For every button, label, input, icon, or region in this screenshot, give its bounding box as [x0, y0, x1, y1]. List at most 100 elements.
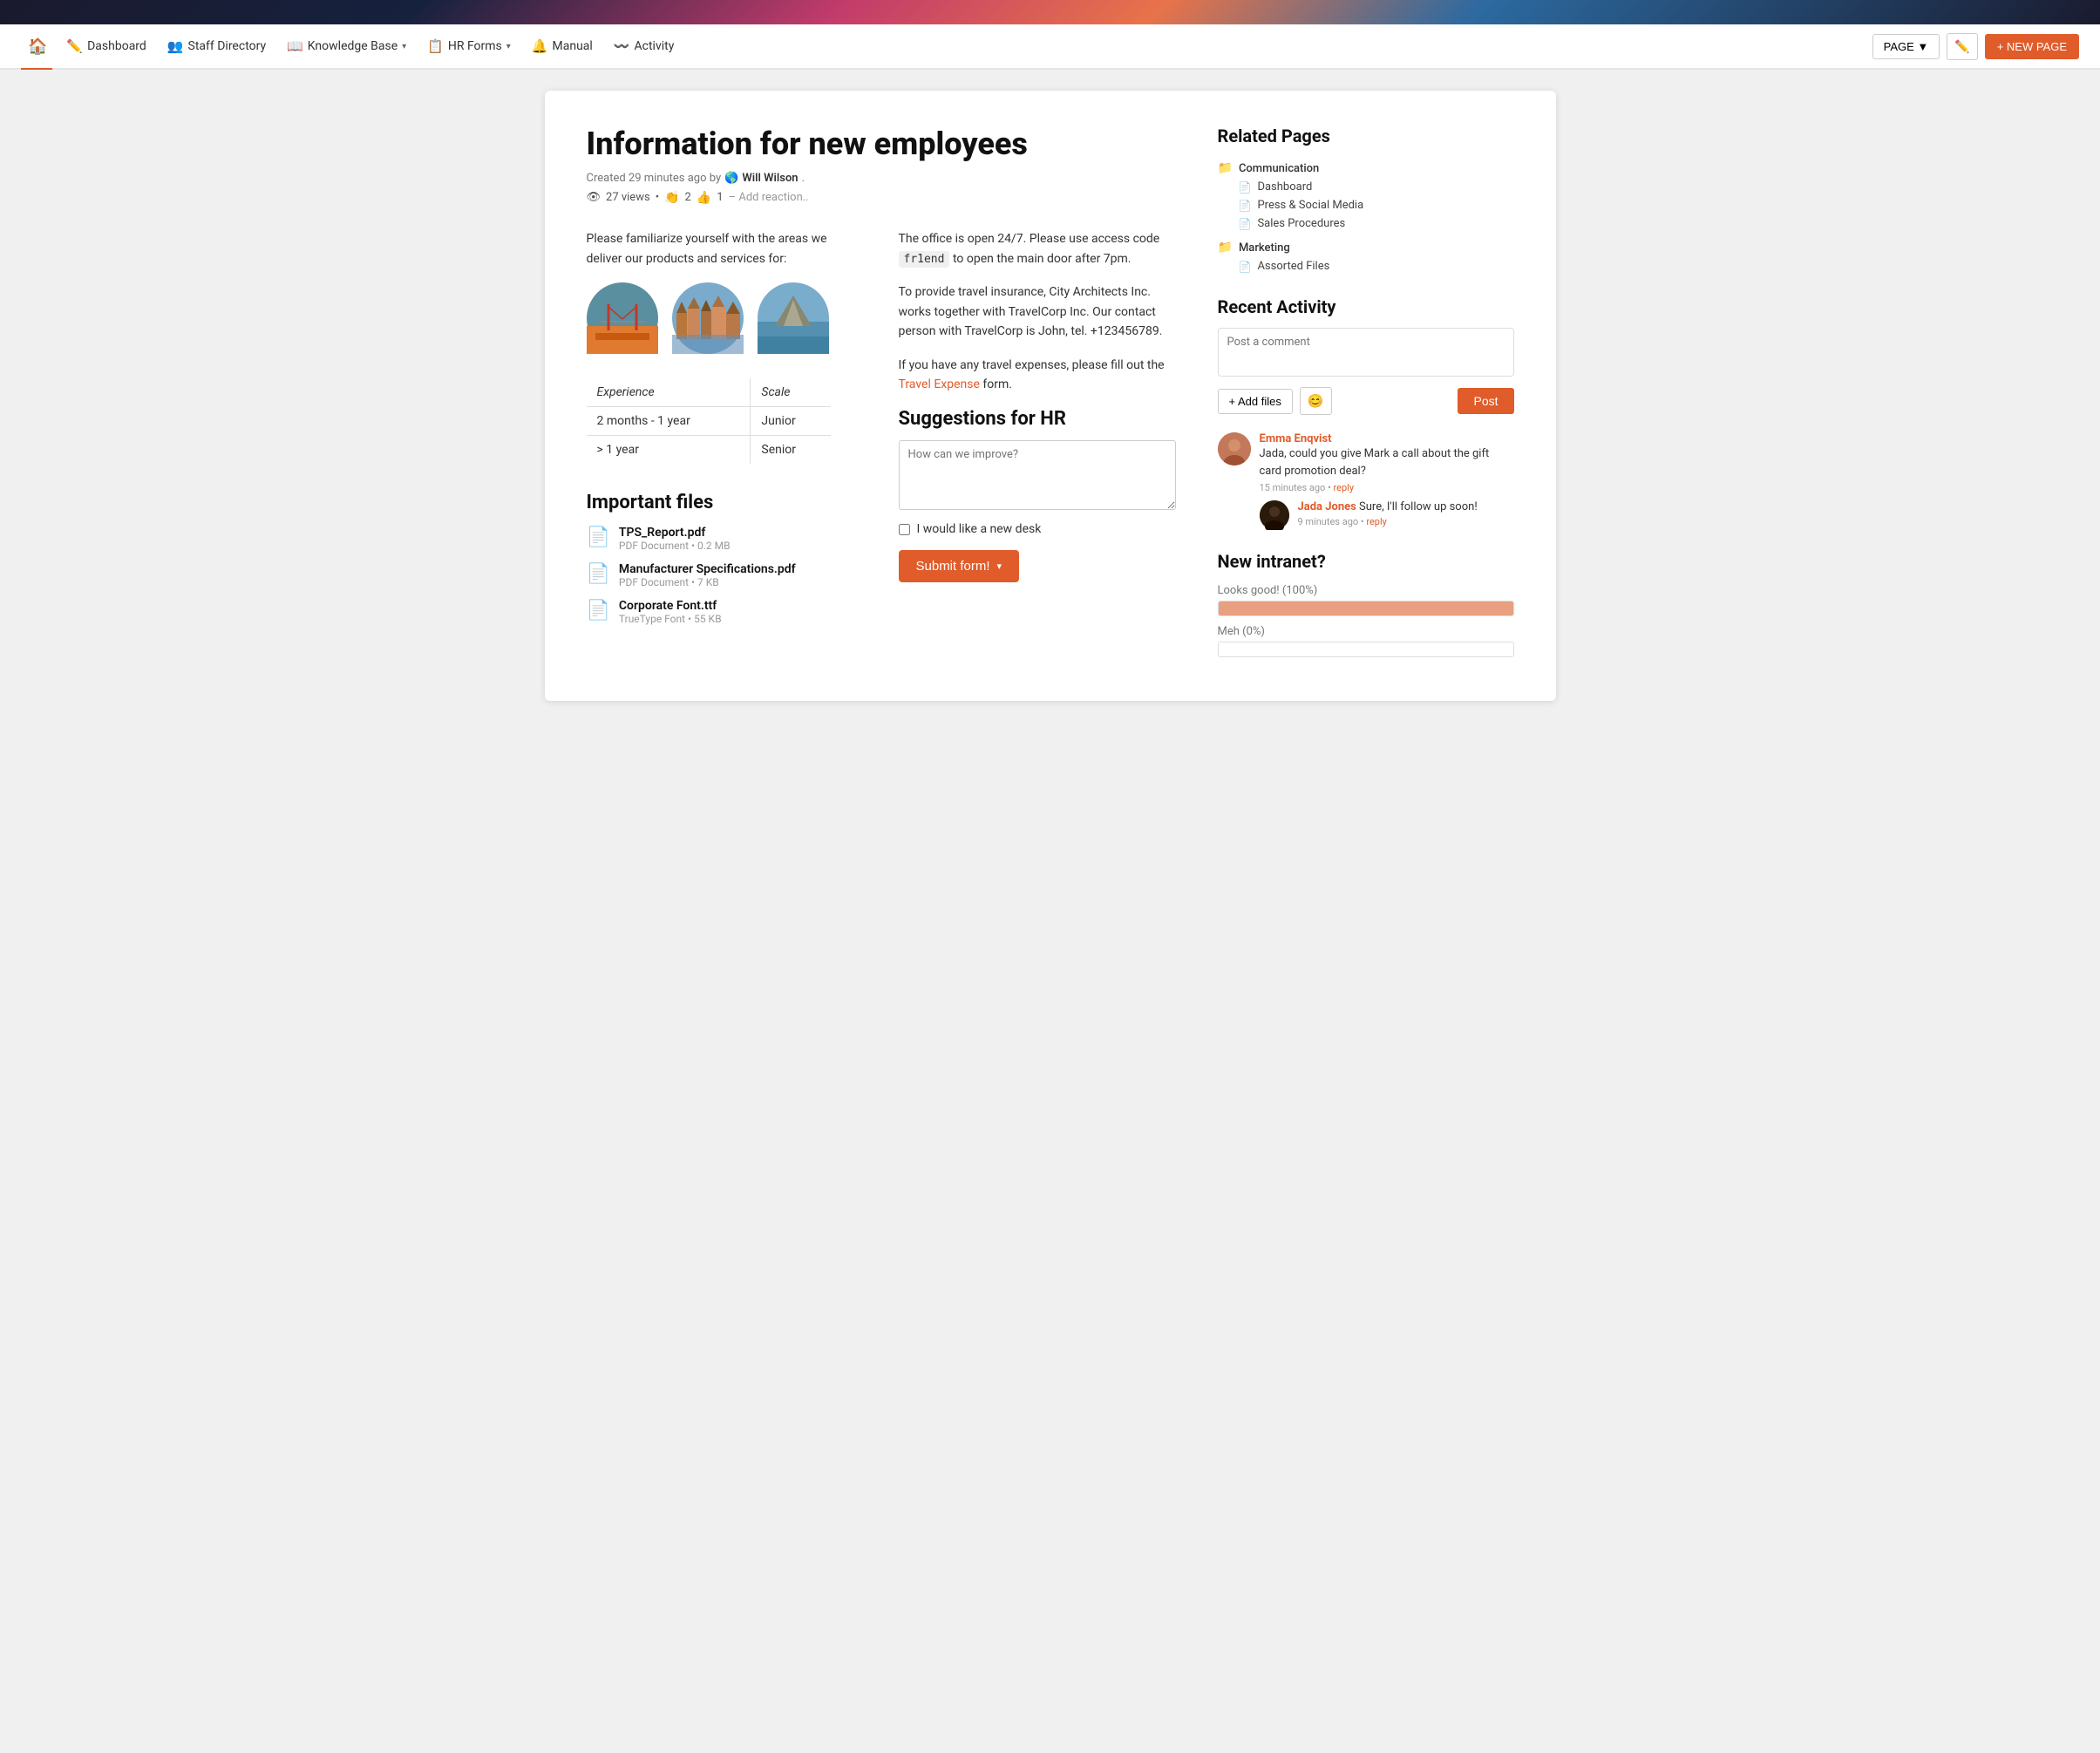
- content-card: Information for new employees Created 29…: [545, 91, 1556, 701]
- file-meta-1: PDF Document • 0.2 MB: [619, 540, 731, 552]
- edit-button[interactable]: ✏️: [1947, 33, 1977, 60]
- poll-bar-meh: [1218, 642, 1514, 657]
- image-2: [672, 282, 744, 354]
- file-icon-2: 📄: [587, 563, 610, 585]
- right-sidebar: Related Pages 📁 Communication 📄 Dashboar…: [1218, 126, 1514, 666]
- nav-manual[interactable]: 🔔 Manual: [523, 33, 601, 59]
- reply-text-jada: Jada Jones Sure, I'll follow up soon!: [1298, 500, 1478, 513]
- new-desk-label: I would like a new desk: [917, 522, 1042, 536]
- table-row: > 1 year Senior: [587, 435, 831, 464]
- comment-text-emma: Jada, could you give Mark a call about t…: [1260, 445, 1514, 479]
- related-page-assorted[interactable]: 📄 Assorted Files: [1218, 257, 1514, 275]
- reply-link-jada[interactable]: reply: [1366, 516, 1387, 527]
- thumbsup-reaction-button[interactable]: 👍: [697, 190, 711, 205]
- page-icon-dashboard: 📄: [1239, 181, 1252, 194]
- knowledge-base-dropdown-arrow: ▾: [402, 42, 406, 51]
- file-name-1: TPS_Report.pdf: [619, 526, 731, 540]
- reply-author-jada: Jada Jones: [1298, 500, 1356, 513]
- images-row: [587, 282, 864, 354]
- file-name-2: Manufacturer Specifications.pdf: [619, 562, 796, 576]
- left-col-text: Please familiarize yourself with the are…: [587, 229, 864, 268]
- poll-bar-looks-good: [1218, 601, 1514, 616]
- travel-expense-link[interactable]: Travel Expense: [899, 377, 980, 391]
- add-files-button[interactable]: + Add files: [1218, 389, 1293, 414]
- travel-expense-text: If you have any travel expenses, please …: [899, 356, 1176, 395]
- reactions-row: 👁 27 views • 👏 2 👍 1 – Add reaction..: [587, 190, 1176, 205]
- new-desk-checkbox-row: I would like a new desk: [899, 522, 1176, 536]
- nav-activity[interactable]: 〰️ Activity: [605, 33, 683, 59]
- nav-staff-directory[interactable]: 👥 Staff Directory: [159, 33, 275, 59]
- image-3: [758, 282, 829, 354]
- table-header-experience: Experience: [587, 378, 751, 407]
- file-item-1: 📄 TPS_Report.pdf PDF Document • 0.2 MB: [587, 526, 864, 552]
- add-reaction[interactable]: – Add reaction..: [729, 191, 809, 204]
- related-pages-section: Related Pages 📁 Communication 📄 Dashboar…: [1218, 126, 1514, 275]
- home-icon[interactable]: 🏠: [21, 34, 54, 59]
- submit-dropdown-arrow: ▾: [997, 561, 1002, 572]
- related-page-press[interactable]: 📄 Press & Social Media: [1218, 196, 1514, 214]
- poll-option-meh: Meh (0%): [1218, 625, 1514, 657]
- new-page-button[interactable]: + NEW PAGE: [1985, 34, 2079, 59]
- related-page-sales[interactable]: 📄 Sales Procedures: [1218, 214, 1514, 233]
- comment-emma: Emma Enqvist Jada, could you give Mark a…: [1218, 432, 1514, 530]
- page-button[interactable]: PAGE ▼: [1872, 34, 1940, 59]
- activity-title: Recent Activity: [1218, 296, 1514, 317]
- comment-actions: + Add files 😊 Post: [1218, 387, 1514, 415]
- related-pages-title: Related Pages: [1218, 126, 1514, 146]
- page-wrapper: Information for new employees Created 29…: [0, 70, 2100, 722]
- poll-section: New intranet? Looks good! (100%) Meh: [1218, 551, 1514, 657]
- reply-jada: Jada Jones Sure, I'll follow up soon! 9 …: [1260, 500, 1514, 530]
- image-1: [587, 282, 658, 354]
- post-button[interactable]: Post: [1458, 388, 1513, 414]
- related-page-dashboard[interactable]: 📄 Dashboard: [1218, 178, 1514, 196]
- page-icon-sales: 📄: [1239, 218, 1252, 230]
- file-icon-3: 📄: [587, 600, 610, 622]
- views-count: 27 views: [606, 191, 650, 204]
- access-code: fr1end: [899, 251, 950, 268]
- file-item-3: 📄 Corporate Font.ttf TrueType Font • 55 …: [587, 599, 864, 625]
- page-icon-assorted: 📄: [1239, 261, 1252, 273]
- file-icon-1: 📄: [587, 527, 610, 548]
- clap-reaction-button[interactable]: 👏: [664, 190, 679, 205]
- comment-time-emma: 15 minutes ago • reply: [1260, 482, 1514, 493]
- file-meta-2: PDF Document • 7 KB: [619, 576, 796, 588]
- submit-form-button[interactable]: Submit form! ▾: [899, 550, 1020, 582]
- comment-author-emma: Emma Enqvist: [1260, 432, 1514, 445]
- nav-knowledge-base[interactable]: 📖 Knowledge Base ▾: [278, 33, 415, 59]
- suggestions-input[interactable]: [899, 440, 1176, 510]
- emoji-button[interactable]: 😊: [1300, 387, 1332, 415]
- travel-insurance-text: To provide travel insurance, City Archit…: [899, 282, 1176, 341]
- table-cell-scale-2: Senior: [751, 435, 831, 464]
- text-columns: Please familiarize yourself with the are…: [587, 229, 1176, 635]
- table-cell-exp-2: > 1 year: [587, 435, 751, 464]
- poll-option-looks-good: Looks good! (100%): [1218, 584, 1514, 616]
- folder-icon-marketing: 📁: [1218, 241, 1233, 255]
- main-content: Information for new employees Created 29…: [587, 126, 1176, 656]
- folder-icon-communication: 📁: [1218, 161, 1233, 175]
- table-cell-scale-1: Junior: [751, 406, 831, 435]
- file-item-2: 📄 Manufacturer Specifications.pdf PDF Do…: [587, 562, 864, 588]
- avatar-jada: [1260, 500, 1289, 530]
- thumbsup-count: 1: [717, 191, 723, 204]
- table-row: 2 months - 1 year Junior: [587, 406, 831, 435]
- staff-icon: 👥: [167, 38, 184, 54]
- views-icon: 👁: [587, 191, 601, 204]
- hr-forms-icon: 📋: [427, 38, 444, 54]
- table-header-scale: Scale: [751, 378, 831, 407]
- nav-right: PAGE ▼ ✏️ + NEW PAGE: [1872, 33, 2079, 60]
- nav-dashboard[interactable]: ✏️ Dashboard: [58, 33, 154, 59]
- hr-forms-dropdown-arrow: ▾: [506, 42, 511, 51]
- folder-communication: 📁 Communication: [1218, 159, 1514, 178]
- office-hours-text: The office is open 24/7. Please use acce…: [899, 229, 1176, 268]
- new-desk-checkbox[interactable]: [899, 524, 910, 535]
- clap-count: 2: [685, 191, 691, 204]
- left-text-column: Please familiarize yourself with the are…: [587, 229, 864, 635]
- knowledge-icon: 📖: [287, 38, 303, 54]
- recent-activity-section: Recent Activity + Add files 😊 Post: [1218, 296, 1514, 530]
- nav-hr-forms[interactable]: 📋 HR Forms ▾: [418, 33, 520, 59]
- reply-time-jada: 9 minutes ago • reply: [1298, 516, 1478, 527]
- comment-input[interactable]: [1218, 328, 1514, 377]
- right-text-column: The office is open 24/7. Please use acce…: [899, 229, 1176, 635]
- top-banner: [0, 0, 2100, 24]
- reply-link-emma[interactable]: reply: [1334, 482, 1355, 493]
